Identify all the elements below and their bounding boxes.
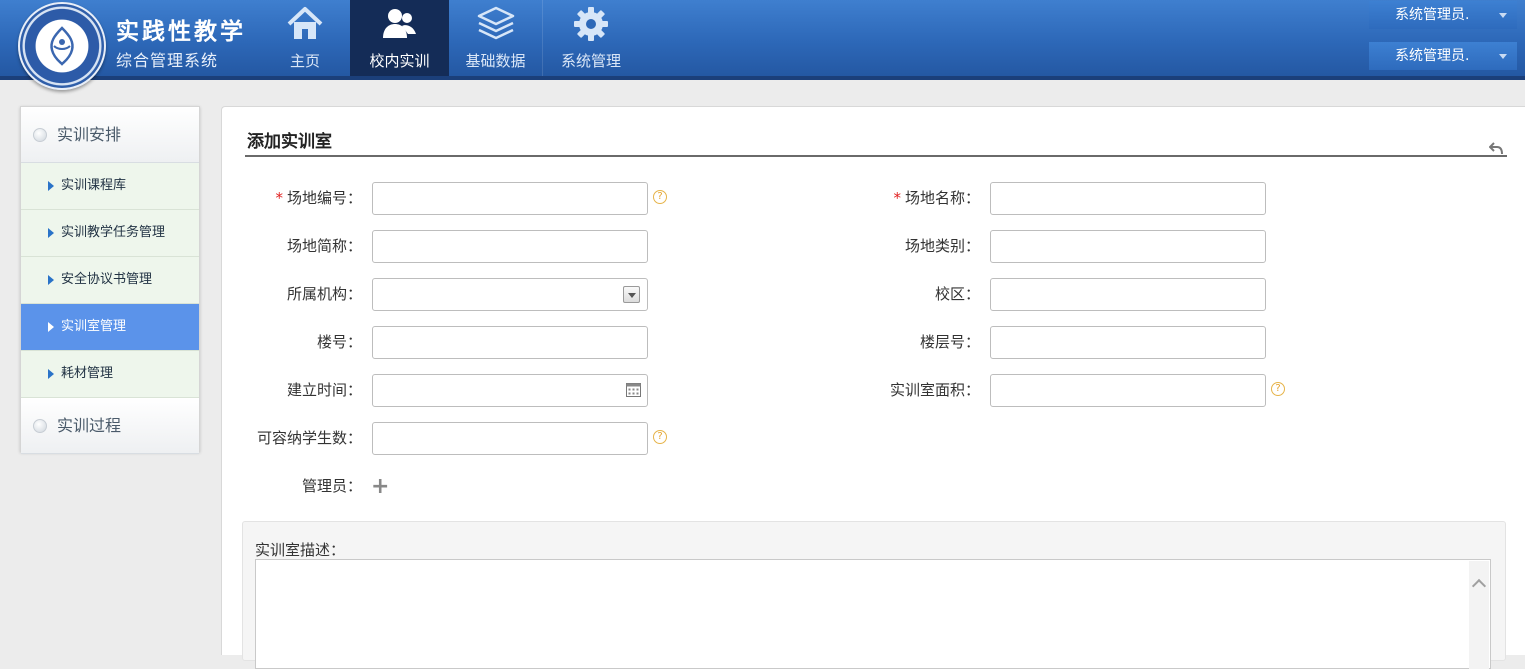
caret-right-icon bbox=[48, 322, 54, 332]
admin-label: 管理员： bbox=[301, 477, 362, 495]
page-title: 添加实训室 bbox=[245, 127, 1507, 157]
user-menu-label: 系统管理员. bbox=[1395, 48, 1470, 64]
main-nav: 主页 校内实训 基础数据 系统管理 bbox=[260, 0, 639, 76]
add-admin-button[interactable]: + bbox=[371, 476, 389, 498]
sidebar-item-label: 耗材管理 bbox=[61, 366, 114, 381]
short-name-input[interactable] bbox=[372, 230, 648, 263]
org-label: 所属机构： bbox=[286, 285, 362, 303]
sidebar-item-course-library[interactable]: 实训课程库 bbox=[21, 163, 199, 210]
area-label: 实训室面积： bbox=[889, 381, 980, 399]
sidebar-group-training-process[interactable]: 实训过程 bbox=[21, 398, 199, 454]
nav-campus-training-label: 校内实训 bbox=[369, 52, 430, 70]
users-icon bbox=[380, 4, 420, 48]
name-label: * 场地名称： bbox=[893, 189, 980, 207]
calendar-icon[interactable] bbox=[626, 382, 641, 401]
textarea-scrollbar[interactable] bbox=[1469, 561, 1489, 669]
user-menu-primary[interactable]: 系统管理员. bbox=[1369, 1, 1517, 29]
app-title: 实践性教学 bbox=[116, 19, 246, 45]
nav-system-admin[interactable]: 系统管理 bbox=[543, 0, 639, 76]
sidebar: 实训安排 实训课程库 实训教学任务管理 安全协议书管理 实训室管理 耗材管理 实… bbox=[20, 106, 200, 454]
top-header: 实践性教学 综合管理系统 主页 校内实训 基础数据 系统管理 系统管理员. 系统… bbox=[0, 0, 1525, 90]
sidebar-group-training-schedule[interactable]: 实训安排 bbox=[21, 107, 199, 163]
description-textarea[interactable] bbox=[255, 559, 1491, 669]
sidebar-item-label: 实训课程库 bbox=[61, 178, 127, 193]
sidebar-item-consumables[interactable]: 耗材管理 bbox=[21, 351, 199, 398]
nav-campus-training[interactable]: 校内实训 bbox=[350, 0, 449, 76]
bullet-icon bbox=[33, 419, 47, 433]
nav-home-label: 主页 bbox=[289, 52, 320, 70]
building-input[interactable] bbox=[372, 326, 648, 359]
campus-label: 校区： bbox=[934, 285, 980, 303]
nav-home[interactable]: 主页 bbox=[260, 0, 350, 76]
area-input[interactable] bbox=[990, 374, 1266, 407]
description-section: 实训室描述： bbox=[242, 521, 1506, 669]
sidebar-item-label: 安全协议书管理 bbox=[61, 272, 153, 287]
chevron-down-icon bbox=[1499, 54, 1507, 59]
chevron-down-icon bbox=[1499, 13, 1507, 18]
sidebar-item-lab-management[interactable]: 实训室管理 bbox=[21, 304, 199, 351]
org-select[interactable] bbox=[372, 278, 648, 311]
home-icon bbox=[285, 4, 325, 48]
sidebar-item-teaching-tasks[interactable]: 实训教学任务管理 bbox=[21, 210, 199, 257]
required-mark: * bbox=[275, 189, 283, 207]
capacity-label: 可容纳学生数： bbox=[256, 429, 362, 447]
back-icon[interactable] bbox=[1488, 135, 1503, 165]
caret-right-icon bbox=[48, 275, 54, 285]
nav-system-admin-label: 系统管理 bbox=[560, 52, 621, 70]
caret-right-icon bbox=[48, 228, 54, 238]
built-time-input[interactable] bbox=[372, 374, 648, 407]
nav-base-data-label: 基础数据 bbox=[465, 52, 526, 70]
short-name-label: 场地简称： bbox=[286, 237, 362, 255]
name-input[interactable] bbox=[990, 182, 1266, 215]
floor-label: 楼层号： bbox=[919, 333, 980, 351]
floor-input[interactable] bbox=[990, 326, 1266, 359]
description-label: 实训室描述： bbox=[255, 541, 346, 559]
user-menu-secondary[interactable]: 系统管理员. bbox=[1369, 42, 1517, 70]
main-panel: 添加实训室 * 场地编号： ? * 场地名称： 场地简称： 场地类别： 所属机构： … bbox=[221, 106, 1525, 669]
help-icon[interactable]: ? bbox=[1271, 382, 1285, 396]
built-time-label: 建立时间： bbox=[286, 381, 362, 399]
caret-right-icon bbox=[48, 181, 54, 191]
sidebar-item-label: 实训教学任务管理 bbox=[61, 225, 166, 240]
chevron-down-icon[interactable] bbox=[623, 286, 640, 303]
code-input[interactable] bbox=[372, 182, 648, 215]
layers-icon bbox=[476, 4, 516, 48]
page-title-text: 添加实训室 bbox=[247, 132, 332, 152]
user-menu-label: 系统管理员. bbox=[1395, 7, 1470, 23]
nav-base-data[interactable]: 基础数据 bbox=[449, 0, 542, 76]
sidebar-group-label: 实训过程 bbox=[57, 416, 122, 435]
capacity-input[interactable] bbox=[372, 422, 648, 455]
school-logo-icon bbox=[18, 2, 106, 90]
building-label: 楼号： bbox=[316, 333, 362, 351]
help-icon[interactable]: ? bbox=[653, 430, 667, 444]
sidebar-item-label: 实训室管理 bbox=[61, 319, 127, 334]
code-label: * 场地编号： bbox=[275, 189, 362, 207]
sidebar-group-label: 实训安排 bbox=[57, 125, 122, 144]
required-mark: * bbox=[893, 189, 901, 207]
sidebar-item-safety-agreement[interactable]: 安全协议书管理 bbox=[21, 257, 199, 304]
category-input[interactable] bbox=[990, 230, 1266, 263]
help-icon[interactable]: ? bbox=[653, 190, 667, 204]
category-label: 场地类别： bbox=[904, 237, 980, 255]
caret-right-icon bbox=[48, 369, 54, 379]
app-subtitle: 综合管理系统 bbox=[116, 51, 219, 70]
gear-icon bbox=[571, 4, 611, 48]
bullet-icon bbox=[33, 128, 47, 142]
campus-input[interactable] bbox=[990, 278, 1266, 311]
